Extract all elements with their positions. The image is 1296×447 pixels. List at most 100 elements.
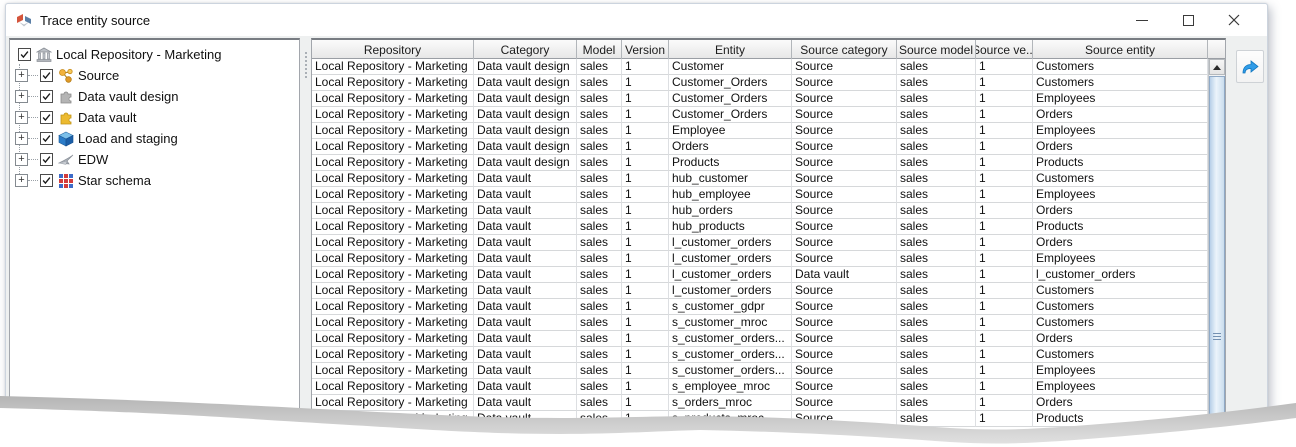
- column-header-category[interactable]: Category: [474, 40, 577, 59]
- table-cell: sales: [577, 283, 622, 299]
- column-header-source-category[interactable]: Source category: [792, 40, 897, 59]
- table-row[interactable]: Local Repository - MarketingData vaultsa…: [312, 251, 1225, 267]
- expand-toggle-icon[interactable]: +: [15, 132, 28, 145]
- table-cell: Source: [792, 171, 897, 187]
- table-row[interactable]: Local Repository - MarketingData vaultsa…: [312, 331, 1225, 347]
- table-cell: sales: [577, 267, 622, 283]
- window-title: Trace entity source: [40, 13, 150, 28]
- table-row[interactable]: Local Repository - MarketingData vaultsa…: [312, 219, 1225, 235]
- tree-checkbox[interactable]: [40, 174, 53, 187]
- table-cell: Data vault design: [474, 59, 577, 75]
- column-header-source-ve-[interactable]: Source ve...: [976, 40, 1033, 59]
- column-header-repository[interactable]: Repository: [312, 40, 474, 59]
- column-header-source-model[interactable]: Source model: [897, 40, 976, 59]
- table-cell: Customer_Orders: [669, 75, 792, 91]
- table-row[interactable]: Local Repository - MarketingData vaultsa…: [312, 283, 1225, 299]
- tree-checkbox[interactable]: [40, 153, 53, 166]
- table-cell: Customer: [669, 59, 792, 75]
- table-row[interactable]: Local Repository - MarketingData vaultsa…: [312, 267, 1225, 283]
- table-cell: Local Repository - Marketing: [312, 283, 474, 299]
- table-row[interactable]: Local Repository - MarketingData vaultsa…: [312, 315, 1225, 331]
- tree-item-edw[interactable]: +EDW: [12, 149, 297, 170]
- table-cell: hub_orders: [669, 203, 792, 219]
- table-cell: 1: [622, 235, 669, 251]
- column-header-version[interactable]: Version: [622, 40, 669, 59]
- table-row[interactable]: Local Repository - MarketingData vault d…: [312, 59, 1225, 75]
- column-header-entity[interactable]: Entity: [669, 40, 792, 59]
- table-cell: l_customer_orders: [669, 267, 792, 283]
- table-cell: Local Repository - Marketing: [312, 331, 474, 347]
- table-cell: Employees: [1033, 91, 1208, 107]
- scroll-up-button[interactable]: [1209, 59, 1225, 75]
- expand-toggle-icon[interactable]: +: [15, 69, 28, 82]
- vertical-scrollbar[interactable]: [1208, 59, 1225, 442]
- tree-checkbox[interactable]: [40, 132, 53, 145]
- table-cell: Local Repository - Marketing: [312, 123, 474, 139]
- tree-checkbox[interactable]: [40, 90, 53, 103]
- maximize-button[interactable]: [1165, 4, 1211, 36]
- column-header-source-entity[interactable]: Source entity: [1033, 40, 1208, 59]
- table-row[interactable]: Local Repository - MarketingData vaultsa…: [312, 187, 1225, 203]
- table-row[interactable]: Local Repository - MarketingData vault d…: [312, 123, 1225, 139]
- table-row[interactable]: Local Repository - MarketingData vault d…: [312, 91, 1225, 107]
- table-row[interactable]: Local Repository - MarketingData vault d…: [312, 139, 1225, 155]
- tree-item-star-schema[interactable]: +Star schema: [12, 170, 297, 191]
- table-row[interactable]: Local Repository - MarketingData vault d…: [312, 107, 1225, 123]
- tree-item-data-vault[interactable]: +Data vault: [12, 107, 297, 128]
- table-cell: sales: [897, 171, 976, 187]
- table-cell: 1: [622, 219, 669, 235]
- table-row[interactable]: Local Repository - MarketingData vaultsa…: [312, 379, 1225, 395]
- trace-button[interactable]: [1236, 50, 1264, 83]
- table-row[interactable]: Local Repository - MarketingData vaultsa…: [312, 395, 1225, 411]
- table-row[interactable]: Local Repository - MarketingData vaultsa…: [312, 299, 1225, 315]
- table-row[interactable]: Local Repository - MarketingData vaultsa…: [312, 363, 1225, 379]
- table-cell: l_customer_orders: [1033, 267, 1208, 283]
- table-row[interactable]: Local Repository - MarketingData vaultsa…: [312, 235, 1225, 251]
- tree-item-label: Load and staging: [78, 131, 178, 146]
- table-cell: Data vault: [474, 267, 577, 283]
- table-cell: hub_employee: [669, 187, 792, 203]
- source-icon: [58, 68, 74, 84]
- expand-toggle-icon[interactable]: +: [15, 153, 28, 166]
- table-cell: Data vault design: [474, 155, 577, 171]
- tree-checkbox[interactable]: [40, 69, 53, 82]
- table-row[interactable]: Local Repository - MarketingData vault d…: [312, 75, 1225, 91]
- table-cell: 1: [976, 347, 1033, 363]
- tree-checkbox[interactable]: [18, 48, 31, 61]
- table-row[interactable]: Local Repository - MarketingData vault d…: [312, 155, 1225, 171]
- close-button[interactable]: [1211, 4, 1257, 36]
- tree-item-local-repository-marketing[interactable]: Local Repository - Marketing: [12, 44, 297, 65]
- table-cell: 1: [622, 331, 669, 347]
- tree-item-source[interactable]: +Source: [12, 65, 297, 86]
- table-cell: sales: [897, 299, 976, 315]
- table-cell: Source: [792, 155, 897, 171]
- table-cell: sales: [577, 299, 622, 315]
- table-cell: 1: [622, 155, 669, 171]
- table-row[interactable]: Local Repository - MarketingData vaultsa…: [312, 203, 1225, 219]
- expand-toggle-icon[interactable]: +: [15, 90, 28, 103]
- tree-item-load-and-staging[interactable]: + Load and staging: [12, 128, 297, 149]
- table-cell: 1: [622, 267, 669, 283]
- table-cell: hub_customer: [669, 171, 792, 187]
- column-header-model[interactable]: Model: [577, 40, 622, 59]
- table-cell: s_employee_mroc: [669, 379, 792, 395]
- tree-item-data-vault-design[interactable]: +Data vault design: [12, 86, 297, 107]
- app-icon: [16, 12, 32, 28]
- expand-toggle-icon[interactable]: +: [15, 111, 28, 124]
- table-cell: sales: [577, 379, 622, 395]
- minimize-button[interactable]: [1119, 4, 1165, 36]
- trace-entity-source-dialog: Trace entity source Local Repository - M…: [5, 3, 1268, 444]
- table-cell: Customers: [1033, 315, 1208, 331]
- scrollbar-thumb[interactable]: [1209, 76, 1225, 442]
- table-cell: 1: [976, 59, 1033, 75]
- table-cell: l_customer_orders: [669, 235, 792, 251]
- table-cell: sales: [897, 267, 976, 283]
- table-row[interactable]: Local Repository - MarketingData vaultsa…: [312, 411, 1225, 427]
- expand-toggle-icon[interactable]: +: [15, 174, 28, 187]
- table-cell: Source: [792, 347, 897, 363]
- table-row[interactable]: Local Repository - MarketingData vaultsa…: [312, 347, 1225, 363]
- table-row[interactable]: Local Repository - MarketingData vaultsa…: [312, 171, 1225, 187]
- tree-checkbox[interactable]: [40, 111, 53, 124]
- panel-splitter[interactable]: [302, 38, 310, 443]
- table-cell: Orders: [1033, 203, 1208, 219]
